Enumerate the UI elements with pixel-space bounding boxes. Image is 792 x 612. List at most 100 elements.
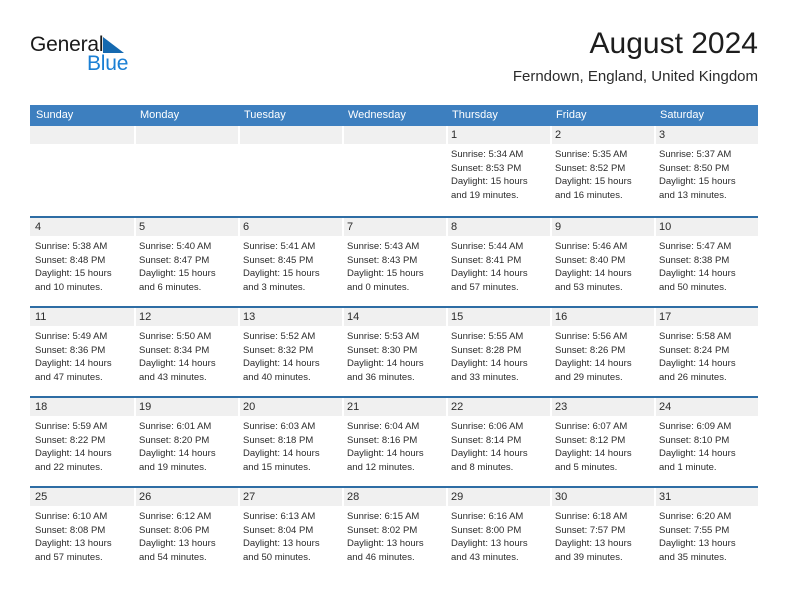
- day-number: 3: [659, 129, 666, 141]
- calendar-day-cell[interactable]: 21 Sunrise: 6:04 AM Sunset: 8:16 PM Dayligh…: [342, 398, 446, 486]
- sunset-text: Sunset: 7:55 PM: [659, 524, 730, 536]
- sunset-text: Sunset: 8:28 PM: [451, 344, 522, 356]
- sunset-text: Sunset: 8:10 PM: [659, 434, 730, 446]
- day-number: 22: [451, 401, 464, 413]
- calendar-day-cell[interactable]: 12 Sunrise: 5:50 AM Sunset: 8:34 PM Dayligh…: [134, 308, 238, 396]
- calendar-day-cell[interactable]: 16 Sunrise: 5:56 AM Sunset: 8:26 PM Dayligh…: [550, 308, 654, 396]
- sun-info: Sunrise: 5:47 AM Sunset: 8:38 PM Daylight:…: [659, 240, 753, 294]
- calendar-day-cell[interactable]: 30 Sunrise: 6:18 AM Sunset: 7:57 PM Dayligh…: [550, 488, 654, 576]
- daylight-text: Daylight: 15 hours: [139, 268, 216, 279]
- sunset-text: Sunset: 8:40 PM: [555, 254, 626, 266]
- day-number: 23: [555, 401, 568, 413]
- calendar-week-row: 25 Sunrise: 6:10 AM Sunset: 8:08 PM Dayligh…: [30, 486, 758, 576]
- sun-info: Sunrise: 5:38 AM Sunset: 8:48 PM Daylight:…: [35, 240, 129, 294]
- sun-info: Sunrise: 5:37 AM Sunset: 8:50 PM Daylight:…: [659, 148, 753, 202]
- sunrise-text: Sunrise: 6:10 AM: [35, 511, 108, 522]
- daylight-text: and 0 minutes.: [347, 281, 410, 293]
- day-number: 12: [139, 311, 152, 323]
- calendar-day-cell[interactable]: 15 Sunrise: 5:55 AM Sunset: 8:28 PM Dayligh…: [446, 308, 550, 396]
- calendar-day-cell[interactable]: 22 Sunrise: 6:06 AM Sunset: 8:14 PM Dayligh…: [446, 398, 550, 486]
- day-number: 10: [659, 221, 672, 233]
- calendar-day-cell[interactable]: 28 Sunrise: 6:15 AM Sunset: 8:02 PM Dayligh…: [342, 488, 446, 576]
- daylight-text: Daylight: 13 hours: [347, 538, 424, 549]
- column-divider: [342, 398, 344, 416]
- calendar-day-cell[interactable]: 11 Sunrise: 5:49 AM Sunset: 8:36 PM Dayligh…: [30, 308, 134, 396]
- sun-info: Sunrise: 5:49 AM Sunset: 8:36 PM Daylight:…: [35, 330, 129, 384]
- calendar-day-cell[interactable]: 10 Sunrise: 5:47 AM Sunset: 8:38 PM Dayligh…: [654, 218, 758, 306]
- column-divider: [342, 218, 344, 236]
- sunset-text: Sunset: 8:18 PM: [243, 434, 314, 446]
- sunrise-text: Sunrise: 5:40 AM: [139, 241, 212, 252]
- calendar-day-cell[interactable]: 6 Sunrise: 5:41 AM Sunset: 8:45 PM Daylight…: [238, 218, 342, 306]
- calendar-day-cell[interactable]: 9 Sunrise: 5:46 AM Sunset: 8:40 PM Daylight…: [550, 218, 654, 306]
- sunrise-text: Sunrise: 6:07 AM: [555, 421, 628, 432]
- daylight-text: Daylight: 14 hours: [451, 448, 528, 459]
- calendar-day-cell[interactable]: 25 Sunrise: 6:10 AM Sunset: 8:08 PM Dayligh…: [30, 488, 134, 576]
- day-number: 21: [347, 401, 360, 413]
- calendar-day-cell[interactable]: 1 Sunrise: 5:34 AM Sunset: 8:53 PM Daylight…: [446, 126, 550, 216]
- sunset-text: Sunset: 8:38 PM: [659, 254, 730, 266]
- daylight-text: and 39 minutes.: [555, 551, 623, 563]
- sunset-text: Sunset: 8:48 PM: [35, 254, 106, 266]
- calendar-day-cell[interactable]: 17 Sunrise: 5:58 AM Sunset: 8:24 PM Dayligh…: [654, 308, 758, 396]
- day-number: 15: [451, 311, 464, 323]
- calendar-day-cell[interactable]: 13 Sunrise: 5:52 AM Sunset: 8:32 PM Dayligh…: [238, 308, 342, 396]
- sunrise-text: Sunrise: 6:03 AM: [243, 421, 316, 432]
- column-divider: [342, 488, 344, 506]
- day-number: 30: [555, 491, 568, 503]
- day-number: 24: [659, 401, 672, 413]
- daylight-text: and 22 minutes.: [35, 461, 103, 473]
- sunset-text: Sunset: 8:20 PM: [139, 434, 210, 446]
- sunrise-text: Sunrise: 5:37 AM: [659, 149, 732, 160]
- calendar-day-cell[interactable]: 23 Sunrise: 6:07 AM Sunset: 8:12 PM Dayligh…: [550, 398, 654, 486]
- day-number: 26: [139, 491, 152, 503]
- sun-info: Sunrise: 5:35 AM Sunset: 8:52 PM Daylight:…: [555, 148, 649, 202]
- sun-info: Sunrise: 6:13 AM Sunset: 8:04 PM Daylight:…: [243, 510, 337, 564]
- sunrise-text: Sunrise: 5:55 AM: [451, 331, 524, 342]
- calendar-day-cell[interactable]: 7 Sunrise: 5:43 AM Sunset: 8:43 PM Daylight…: [342, 218, 446, 306]
- sunset-text: Sunset: 8:34 PM: [139, 344, 210, 356]
- sunset-text: Sunset: 8:53 PM: [451, 162, 522, 174]
- calendar-page: General Blue August 2024 Ferndown, Engla…: [0, 0, 792, 612]
- daylight-text: Daylight: 14 hours: [451, 358, 528, 369]
- weekday-header-monday: Monday: [140, 109, 180, 121]
- column-divider: [654, 398, 656, 416]
- calendar-day-cell[interactable]: 14 Sunrise: 5:53 AM Sunset: 8:30 PM Dayligh…: [342, 308, 446, 396]
- triangle-icon: [103, 37, 124, 53]
- daylight-text: Daylight: 13 hours: [451, 538, 528, 549]
- calendar-day-cell[interactable]: 4 Sunrise: 5:38 AM Sunset: 8:48 PM Daylight…: [30, 218, 134, 306]
- day-number: 13: [243, 311, 256, 323]
- day-number: 17: [659, 311, 672, 323]
- daylight-text: Daylight: 13 hours: [659, 538, 736, 549]
- sun-info: Sunrise: 6:10 AM Sunset: 8:08 PM Daylight:…: [35, 510, 129, 564]
- weekday-header-sunday: Sunday: [36, 109, 74, 121]
- calendar-day-cell[interactable]: 27 Sunrise: 6:13 AM Sunset: 8:04 PM Dayligh…: [238, 488, 342, 576]
- calendar-day-cell[interactable]: 18 Sunrise: 5:59 AM Sunset: 8:22 PM Dayligh…: [30, 398, 134, 486]
- calendar-day-cell[interactable]: 26 Sunrise: 6:12 AM Sunset: 8:06 PM Dayligh…: [134, 488, 238, 576]
- calendar-day-cell[interactable]: 2 Sunrise: 5:35 AM Sunset: 8:52 PM Daylight…: [550, 126, 654, 216]
- calendar-day-cell[interactable]: 3 Sunrise: 5:37 AM Sunset: 8:50 PM Daylight…: [654, 126, 758, 216]
- calendar-day-cell[interactable]: 24 Sunrise: 6:09 AM Sunset: 8:10 PM Dayligh…: [654, 398, 758, 486]
- daylight-text: and 43 minutes.: [139, 371, 207, 383]
- daylight-text: and 10 minutes.: [35, 281, 103, 293]
- calendar-day-cell[interactable]: 20 Sunrise: 6:03 AM Sunset: 8:18 PM Dayligh…: [238, 398, 342, 486]
- sun-info: Sunrise: 5:41 AM Sunset: 8:45 PM Daylight:…: [243, 240, 337, 294]
- daylight-text: Daylight: 14 hours: [35, 358, 112, 369]
- daylight-text: and 33 minutes.: [451, 371, 519, 383]
- weekday-header-thursday: Thursday: [452, 109, 498, 121]
- calendar-day-cell[interactable]: 8 Sunrise: 5:44 AM Sunset: 8:41 PM Daylight…: [446, 218, 550, 306]
- calendar-day-cell[interactable]: 5 Sunrise: 5:40 AM Sunset: 8:47 PM Daylight…: [134, 218, 238, 306]
- calendar-body: 1 Sunrise: 5:34 AM Sunset: 8:53 PM Daylight…: [30, 126, 758, 576]
- calendar-day-cell[interactable]: 29 Sunrise: 6:16 AM Sunset: 8:00 PM Dayligh…: [446, 488, 550, 576]
- day-number: 8: [451, 221, 458, 233]
- sunset-text: Sunset: 8:41 PM: [451, 254, 522, 266]
- daylight-text: Daylight: 14 hours: [555, 268, 632, 279]
- sunrise-text: Sunrise: 5:35 AM: [555, 149, 628, 160]
- calendar-day-cell-empty: [134, 126, 238, 216]
- calendar-week-row: 4 Sunrise: 5:38 AM Sunset: 8:48 PM Daylight…: [30, 216, 758, 306]
- general-blue-logo[interactable]: General Blue: [30, 34, 150, 80]
- calendar-week-row: 18 Sunrise: 5:59 AM Sunset: 8:22 PM Dayligh…: [30, 396, 758, 486]
- calendar-day-cell[interactable]: 31 Sunrise: 6:20 AM Sunset: 7:55 PM Dayligh…: [654, 488, 758, 576]
- calendar-day-cell[interactable]: 19 Sunrise: 6:01 AM Sunset: 8:20 PM Dayligh…: [134, 398, 238, 486]
- sun-info: Sunrise: 6:09 AM Sunset: 8:10 PM Daylight:…: [659, 420, 753, 474]
